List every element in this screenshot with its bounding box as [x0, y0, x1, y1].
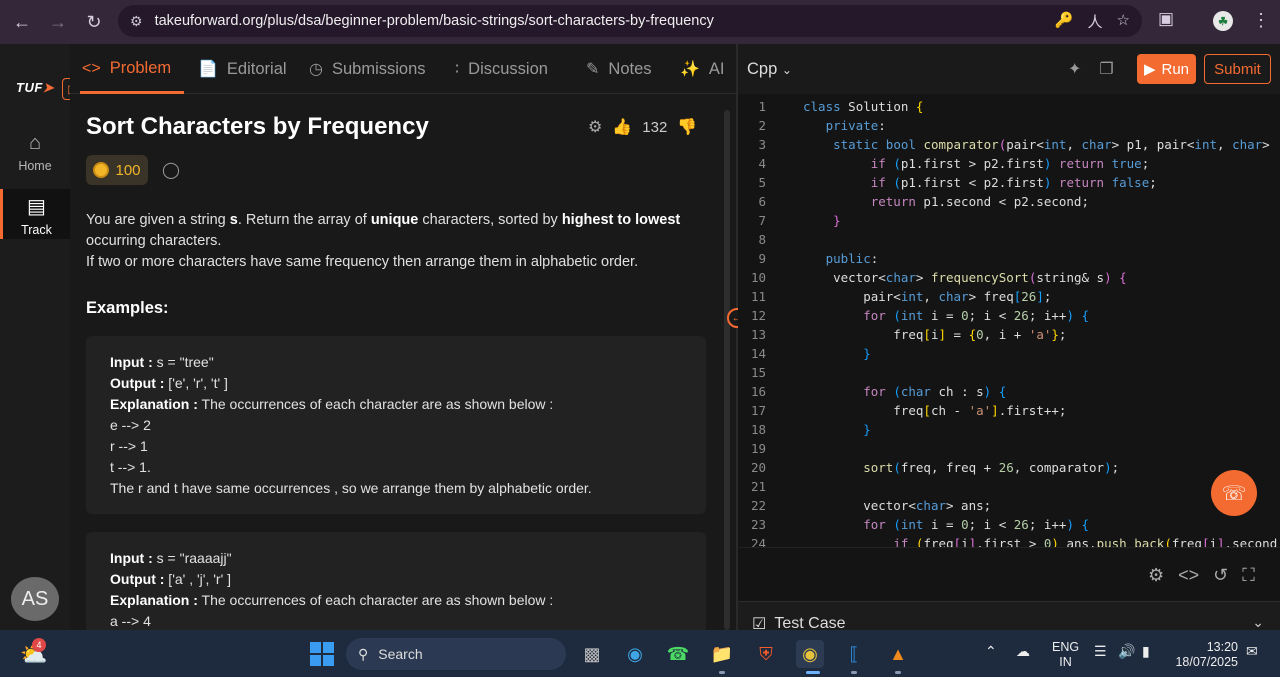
editor-panel: Cpp ⌄ ✦ ❐ ▶ Run Submit 1 class Solution { … — [738, 44, 1280, 633]
coin-icon — [93, 162, 110, 178]
chat-help-button[interactable]: ☏ — [1211, 470, 1257, 516]
clock-icon: ◷ — [309, 61, 323, 78]
task-view-icon[interactable]: ▩ — [578, 640, 606, 668]
notifications-icon[interactable]: ✉ — [1246, 644, 1258, 659]
reload-icon[interactable]: ↻ — [76, 4, 112, 40]
wifi-icon[interactable]: ☰ — [1094, 644, 1107, 659]
onedrive-icon[interactable]: ☁ — [1016, 644, 1030, 659]
code-icon: <> — [82, 59, 101, 77]
address-bar[interactable]: ⚙ takeuforward.org/plus/dsa/beginner-pro… — [118, 5, 1142, 37]
vlc-icon[interactable]: ▲ — [884, 640, 912, 668]
like-count: 132 — [642, 118, 668, 136]
tuf-logo[interactable]: TUF➤ — [16, 80, 54, 96]
notes-icon: ✎ — [586, 61, 600, 78]
copy-icon[interactable]: ❐ — [1099, 59, 1113, 79]
dislike-icon[interactable]: 👎 — [677, 117, 697, 137]
rail-item-track[interactable]: ▤ Track — [0, 189, 70, 239]
code-format-icon[interactable]: <> — [1178, 565, 1199, 586]
bookmark-star-icon[interactable]: ☆ — [1117, 11, 1130, 32]
taskbar-search[interactable]: ⚲ Search — [346, 638, 566, 670]
volume-icon[interactable]: 🔊 — [1118, 644, 1135, 659]
side-rail: TUF➤ ▷ ⌂ Home ▤ Track AS — [0, 44, 84, 630]
editor-toolbar: Cpp ⌄ ✦ ❐ ▶ Run Submit — [738, 44, 1280, 94]
tray-overflow-icon[interactable]: ⌃ — [985, 644, 997, 659]
reset-icon[interactable]: ↺ — [1213, 565, 1228, 586]
rail-item-label: Track — [21, 223, 52, 237]
run-button[interactable]: ▶ Run — [1137, 54, 1196, 84]
site-settings-icon[interactable]: ⚙ — [130, 13, 143, 30]
tab-discussion[interactable]: ∶ Discussion — [455, 59, 548, 79]
password-key-icon[interactable]: 🔑 — [1055, 11, 1074, 32]
url-text: takeuforward.org/plus/dsa/beginner-probl… — [154, 13, 714, 29]
problem-tabs: <> Problem 📄 Editorial ◷ Submissions ∶ Discu… — [70, 44, 736, 94]
battery-icon[interactable]: ▮ — [1142, 644, 1150, 659]
language-indicator[interactable]: ENG IN — [1052, 640, 1079, 670]
language-select[interactable]: Cpp ⌄ — [747, 60, 792, 79]
fullscreen-icon[interactable]: ⛶ — [1242, 565, 1255, 586]
rail-item-label: Home — [18, 159, 52, 173]
start-button[interactable] — [310, 642, 334, 666]
problem-description: You are given a string s. Return the arr… — [86, 212, 681, 270]
browser-toolbar: ← → ↻ ⚙ takeuforward.org/plus/dsa/beginn… — [0, 0, 1280, 44]
track-icon: ▤ — [27, 196, 46, 218]
browser-menu-icon[interactable]: ⋮ — [1252, 10, 1270, 31]
problem-panel: <> Problem 📄 Editorial ◷ Submissions ∶ Discu… — [70, 44, 736, 630]
test-case-panel[interactable]: ☑ Test Case ⌄ — [738, 601, 1280, 633]
user-avatar[interactable]: AS — [11, 577, 59, 621]
like-icon[interactable]: 👍 — [612, 117, 632, 137]
tab-notes[interactable]: ✎ Notes — [586, 59, 652, 79]
coin-badge: 100 — [86, 155, 148, 185]
extensions-icon[interactable]: ▣ — [1158, 9, 1174, 29]
edge-browser-icon[interactable]: ◉ — [621, 640, 649, 668]
magic-wand-icon[interactable]: ✦ — [1068, 59, 1081, 79]
search-icon: ⚲ — [358, 645, 369, 662]
back-icon[interactable]: ← — [4, 4, 40, 40]
tab-submissions[interactable]: ◷ Submissions — [309, 59, 426, 79]
hint-bulb-icon[interactable]: ◯ — [162, 160, 180, 180]
tab-problem[interactable]: <> Problem — [82, 59, 171, 78]
forward-icon[interactable]: → — [40, 4, 76, 40]
clock[interactable]: 13:20 18/07/2025 — [1172, 640, 1238, 670]
profile-avatar[interactable]: ☘ — [1213, 11, 1233, 31]
people-icon: ∶ — [455, 61, 460, 78]
settings-icon[interactable]: ⚙ — [1148, 565, 1164, 586]
bug-report-icon[interactable]: ⚙ — [588, 117, 602, 137]
play-icon: ▶ — [1143, 61, 1156, 78]
problem-title: Sort Characters by Frequency — [86, 113, 429, 140]
brave-browser-icon[interactable]: ⛨ — [752, 640, 780, 668]
vscode-icon[interactable]: ⟦ — [840, 640, 868, 668]
editor-footer: ⚙ <> ↺ ⛶ — [738, 547, 1280, 601]
example-box: Input : s = "raaaajj" Output : ['a' , 'j… — [86, 532, 706, 630]
whatsapp-icon[interactable]: ☎ — [664, 640, 692, 668]
file-explorer-icon[interactable]: 📁 — [708, 640, 736, 668]
rail-item-home[interactable]: ⌂ Home — [0, 132, 70, 173]
weather-badge: 4 — [32, 638, 46, 652]
tab-ai[interactable]: ✨ AI — [680, 59, 725, 79]
examples-heading: Examples: — [86, 299, 169, 317]
os-taskbar: ⛅ 4 ⚲ Search ▩ ◉ ☎ 📁 ⛨ ◉ ⟦ ▲ ⌃ ☁ ENG IN … — [0, 630, 1280, 677]
left-scrollbar[interactable] — [724, 110, 730, 630]
tab-editorial[interactable]: 📄 Editorial — [198, 59, 287, 79]
chevron-down-icon: ⌄ — [781, 63, 792, 77]
sparkle-icon: ✨ — [680, 61, 700, 78]
chrome-browser-icon[interactable]: ◉ — [796, 640, 824, 668]
submit-button[interactable]: Submit — [1204, 54, 1271, 84]
coin-value: 100 — [115, 161, 141, 179]
code-editor[interactable]: 1 class Solution { 2 private: 3 static bo… — [738, 97, 1280, 547]
example-box: Input : s = "tree" Output : ['e', 'r', '… — [86, 336, 706, 514]
home-icon: ⌂ — [28, 132, 42, 154]
active-tab-indicator — [80, 91, 184, 94]
document-icon: 📄 — [198, 61, 218, 78]
translate-icon[interactable]: 人 — [1088, 11, 1103, 32]
chevron-down-icon[interactable]: ⌄ — [1252, 614, 1264, 631]
